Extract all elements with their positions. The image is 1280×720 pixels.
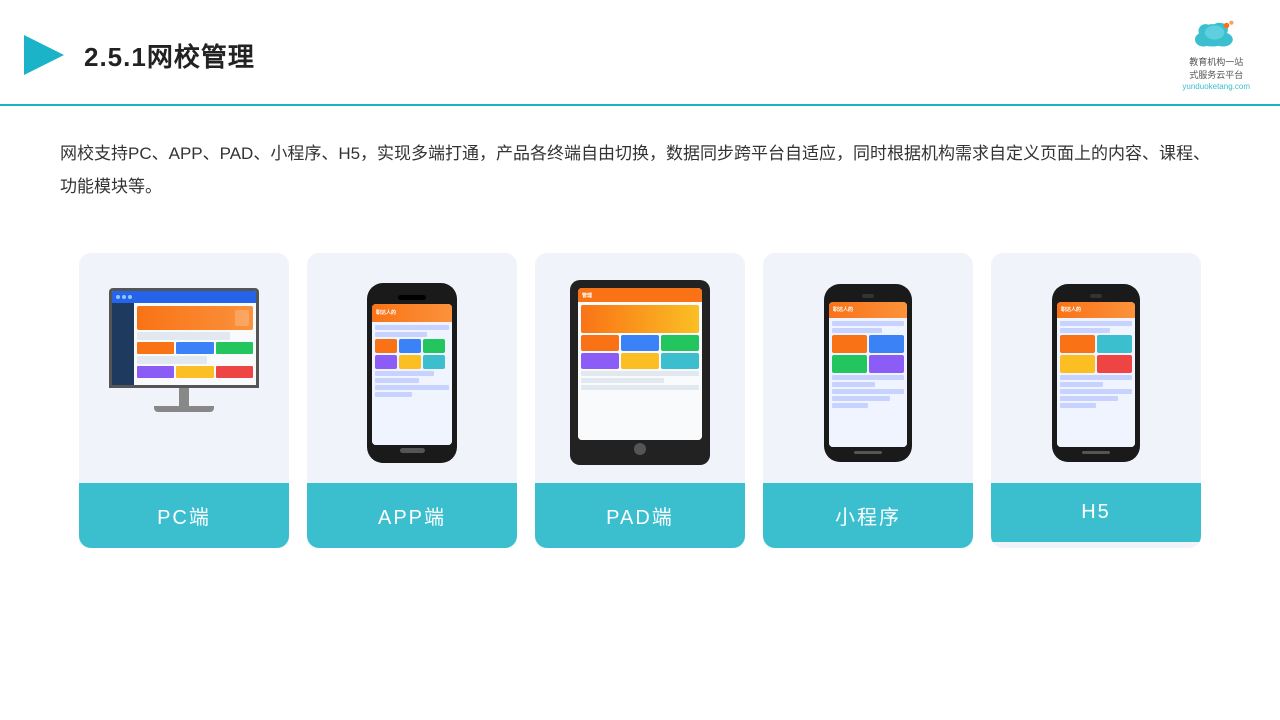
pad-card-label: PAD端	[535, 483, 745, 548]
app-device-area: 职达人的	[307, 253, 517, 483]
h5-device-area: 职达人的	[991, 253, 1201, 483]
logo-text: 教育机构一站 式服务云平台 yunduoketang.com	[1182, 56, 1250, 92]
app-card: 职达人的	[307, 253, 517, 548]
pad-tablet: 管理	[570, 280, 710, 465]
h5-card-label: H5	[991, 483, 1201, 542]
page-title: 2.5.1网校管理	[84, 37, 255, 74]
miniprogram-device-area: 职达人的	[763, 253, 973, 483]
pc-card: PC端	[79, 253, 289, 548]
header-left: 2.5.1网校管理	[20, 31, 255, 79]
pad-device-area: 管理	[535, 253, 745, 483]
pad-card: 管理	[535, 253, 745, 548]
app-phone: 职达人的	[367, 283, 457, 463]
miniprogram-card-label: 小程序	[763, 483, 973, 548]
pc-monitor	[99, 288, 269, 458]
h5-phone: 职达人的	[1052, 284, 1140, 462]
page-header: 2.5.1网校管理 教育机构一站 式服务云平台 yunduoketang.com	[0, 0, 1280, 106]
description-text: 网校支持PC、APP、PAD、小程序、H5，实现多端打通，产品各终端自由切换，数…	[0, 106, 1280, 213]
pc-device-area	[79, 253, 289, 483]
logo-area: 教育机构一站 式服务云平台 yunduoketang.com	[1182, 18, 1250, 92]
h5-card: 职达人的	[991, 253, 1201, 548]
platform-cards: PC端 职达人的	[0, 223, 1280, 578]
yunduoketang-logo	[1188, 18, 1244, 54]
app-card-label: APP端	[307, 483, 517, 548]
miniprogram-card: 职达人的	[763, 253, 973, 548]
brand-icon	[20, 31, 68, 79]
miniprogram-phone: 职达人的	[824, 284, 912, 462]
pc-card-label: PC端	[79, 483, 289, 548]
